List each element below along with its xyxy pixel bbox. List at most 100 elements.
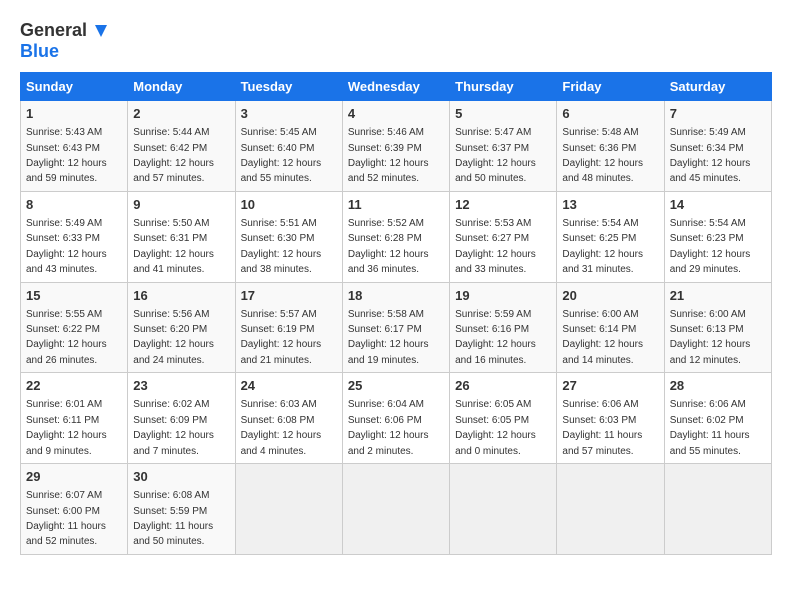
calendar-cell xyxy=(664,464,771,555)
day-number: 21 xyxy=(670,287,766,305)
day-detail: Sunrise: 6:08 AMSunset: 5:59 PMDaylight:… xyxy=(133,490,213,547)
calendar-cell: 12 Sunrise: 5:53 AMSunset: 6:27 PMDaylig… xyxy=(450,191,557,282)
day-number: 30 xyxy=(133,468,229,486)
day-detail: Sunrise: 5:49 AMSunset: 6:33 PMDaylight:… xyxy=(26,218,107,275)
day-number: 23 xyxy=(133,377,229,395)
day-detail: Sunrise: 5:49 AMSunset: 6:34 PMDaylight:… xyxy=(670,127,751,184)
weekday-header: Thursday xyxy=(450,73,557,101)
calendar-row: 22 Sunrise: 6:01 AMSunset: 6:11 PMDaylig… xyxy=(21,373,772,464)
calendar-cell xyxy=(450,464,557,555)
calendar-cell: 1 Sunrise: 5:43 AMSunset: 6:43 PMDayligh… xyxy=(21,101,128,192)
day-number: 28 xyxy=(670,377,766,395)
calendar-cell: 27 Sunrise: 6:06 AMSunset: 6:03 PMDaylig… xyxy=(557,373,664,464)
day-detail: Sunrise: 6:03 AMSunset: 6:08 PMDaylight:… xyxy=(241,399,322,456)
weekday-header: Monday xyxy=(128,73,235,101)
day-detail: Sunrise: 5:44 AMSunset: 6:42 PMDaylight:… xyxy=(133,127,214,184)
calendar-cell xyxy=(342,464,449,555)
day-detail: Sunrise: 6:00 AMSunset: 6:13 PMDaylight:… xyxy=(670,309,751,366)
calendar-cell: 15 Sunrise: 5:55 AMSunset: 6:22 PMDaylig… xyxy=(21,282,128,373)
calendar-row: 29 Sunrise: 6:07 AMSunset: 6:00 PMDaylig… xyxy=(21,464,772,555)
calendar-cell: 10 Sunrise: 5:51 AMSunset: 6:30 PMDaylig… xyxy=(235,191,342,282)
day-detail: Sunrise: 5:47 AMSunset: 6:37 PMDaylight:… xyxy=(455,127,536,184)
calendar-cell: 23 Sunrise: 6:02 AMSunset: 6:09 PMDaylig… xyxy=(128,373,235,464)
calendar-row: 1 Sunrise: 5:43 AMSunset: 6:43 PMDayligh… xyxy=(21,101,772,192)
calendar-cell: 11 Sunrise: 5:52 AMSunset: 6:28 PMDaylig… xyxy=(342,191,449,282)
calendar-cell: 20 Sunrise: 6:00 AMSunset: 6:14 PMDaylig… xyxy=(557,282,664,373)
day-detail: Sunrise: 5:43 AMSunset: 6:43 PMDaylight:… xyxy=(26,127,107,184)
day-detail: Sunrise: 6:02 AMSunset: 6:09 PMDaylight:… xyxy=(133,399,214,456)
calendar-cell xyxy=(557,464,664,555)
calendar-cell xyxy=(235,464,342,555)
day-detail: Sunrise: 6:06 AMSunset: 6:02 PMDaylight:… xyxy=(670,399,750,456)
day-number: 16 xyxy=(133,287,229,305)
calendar-table: SundayMondayTuesdayWednesdayThursdayFrid… xyxy=(20,72,772,555)
calendar-row: 8 Sunrise: 5:49 AMSunset: 6:33 PMDayligh… xyxy=(21,191,772,282)
day-detail: Sunrise: 5:54 AMSunset: 6:23 PMDaylight:… xyxy=(670,218,751,275)
calendar-cell: 29 Sunrise: 6:07 AMSunset: 6:00 PMDaylig… xyxy=(21,464,128,555)
weekday-header: Wednesday xyxy=(342,73,449,101)
day-detail: Sunrise: 5:55 AMSunset: 6:22 PMDaylight:… xyxy=(26,309,107,366)
day-number: 3 xyxy=(241,105,337,123)
calendar-cell: 13 Sunrise: 5:54 AMSunset: 6:25 PMDaylig… xyxy=(557,191,664,282)
day-number: 12 xyxy=(455,196,551,214)
day-detail: Sunrise: 5:58 AMSunset: 6:17 PMDaylight:… xyxy=(348,309,429,366)
logo-text-blue: Blue xyxy=(20,41,59,62)
day-number: 5 xyxy=(455,105,551,123)
day-number: 7 xyxy=(670,105,766,123)
day-detail: Sunrise: 6:01 AMSunset: 6:11 PMDaylight:… xyxy=(26,399,107,456)
calendar-cell: 21 Sunrise: 6:00 AMSunset: 6:13 PMDaylig… xyxy=(664,282,771,373)
day-number: 19 xyxy=(455,287,551,305)
day-number: 11 xyxy=(348,196,444,214)
day-number: 8 xyxy=(26,196,122,214)
day-number: 22 xyxy=(26,377,122,395)
day-detail: Sunrise: 5:46 AMSunset: 6:39 PMDaylight:… xyxy=(348,127,429,184)
day-number: 1 xyxy=(26,105,122,123)
page-header: General Blue xyxy=(20,20,772,62)
day-number: 29 xyxy=(26,468,122,486)
day-detail: Sunrise: 6:06 AMSunset: 6:03 PMDaylight:… xyxy=(562,399,642,456)
day-number: 14 xyxy=(670,196,766,214)
weekday-header: Sunday xyxy=(21,73,128,101)
logo-text-general: General xyxy=(20,20,87,41)
day-detail: Sunrise: 6:04 AMSunset: 6:06 PMDaylight:… xyxy=(348,399,429,456)
calendar-cell: 4 Sunrise: 5:46 AMSunset: 6:39 PMDayligh… xyxy=(342,101,449,192)
day-detail: Sunrise: 5:53 AMSunset: 6:27 PMDaylight:… xyxy=(455,218,536,275)
calendar-cell: 14 Sunrise: 5:54 AMSunset: 6:23 PMDaylig… xyxy=(664,191,771,282)
calendar-cell: 26 Sunrise: 6:05 AMSunset: 6:05 PMDaylig… xyxy=(450,373,557,464)
calendar-cell: 8 Sunrise: 5:49 AMSunset: 6:33 PMDayligh… xyxy=(21,191,128,282)
day-number: 25 xyxy=(348,377,444,395)
calendar-cell: 18 Sunrise: 5:58 AMSunset: 6:17 PMDaylig… xyxy=(342,282,449,373)
day-number: 9 xyxy=(133,196,229,214)
day-detail: Sunrise: 5:54 AMSunset: 6:25 PMDaylight:… xyxy=(562,218,643,275)
day-detail: Sunrise: 5:59 AMSunset: 6:16 PMDaylight:… xyxy=(455,309,536,366)
day-detail: Sunrise: 5:51 AMSunset: 6:30 PMDaylight:… xyxy=(241,218,322,275)
day-detail: Sunrise: 6:00 AMSunset: 6:14 PMDaylight:… xyxy=(562,309,643,366)
day-detail: Sunrise: 5:52 AMSunset: 6:28 PMDaylight:… xyxy=(348,218,429,275)
day-detail: Sunrise: 5:45 AMSunset: 6:40 PMDaylight:… xyxy=(241,127,322,184)
day-number: 24 xyxy=(241,377,337,395)
calendar-cell: 9 Sunrise: 5:50 AMSunset: 6:31 PMDayligh… xyxy=(128,191,235,282)
calendar-cell: 25 Sunrise: 6:04 AMSunset: 6:06 PMDaylig… xyxy=(342,373,449,464)
day-number: 18 xyxy=(348,287,444,305)
weekday-header: Friday xyxy=(557,73,664,101)
calendar-cell: 5 Sunrise: 5:47 AMSunset: 6:37 PMDayligh… xyxy=(450,101,557,192)
day-number: 15 xyxy=(26,287,122,305)
day-detail: Sunrise: 5:56 AMSunset: 6:20 PMDaylight:… xyxy=(133,309,214,366)
calendar-cell: 19 Sunrise: 5:59 AMSunset: 6:16 PMDaylig… xyxy=(450,282,557,373)
calendar-cell: 7 Sunrise: 5:49 AMSunset: 6:34 PMDayligh… xyxy=(664,101,771,192)
calendar-cell: 24 Sunrise: 6:03 AMSunset: 6:08 PMDaylig… xyxy=(235,373,342,464)
calendar-cell: 22 Sunrise: 6:01 AMSunset: 6:11 PMDaylig… xyxy=(21,373,128,464)
calendar-cell: 28 Sunrise: 6:06 AMSunset: 6:02 PMDaylig… xyxy=(664,373,771,464)
day-detail: Sunrise: 6:05 AMSunset: 6:05 PMDaylight:… xyxy=(455,399,536,456)
logo-chevron-icon xyxy=(91,21,111,41)
weekday-header: Saturday xyxy=(664,73,771,101)
day-number: 13 xyxy=(562,196,658,214)
day-number: 26 xyxy=(455,377,551,395)
day-number: 17 xyxy=(241,287,337,305)
logo: General Blue xyxy=(20,20,111,62)
day-number: 27 xyxy=(562,377,658,395)
calendar-cell: 30 Sunrise: 6:08 AMSunset: 5:59 PMDaylig… xyxy=(128,464,235,555)
day-number: 20 xyxy=(562,287,658,305)
calendar-cell: 2 Sunrise: 5:44 AMSunset: 6:42 PMDayligh… xyxy=(128,101,235,192)
calendar-cell: 17 Sunrise: 5:57 AMSunset: 6:19 PMDaylig… xyxy=(235,282,342,373)
